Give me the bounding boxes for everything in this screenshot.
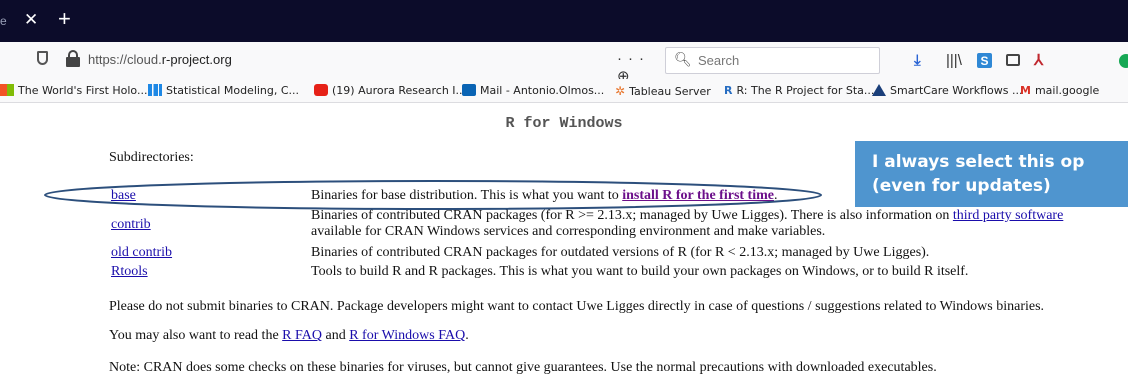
- tableau-icon: ✲: [615, 84, 626, 98]
- url-bar[interactable]: https://cloud.r-project.org ··· ⊕ ☆: [32, 47, 652, 103]
- install-r-link[interactable]: install R for the first time: [622, 188, 774, 203]
- virus-check-note: Note: CRAN does some checks on these bin…: [109, 360, 937, 375]
- third-party-software-link[interactable]: third party software: [953, 208, 1063, 223]
- r-logo-icon: R: [724, 84, 733, 97]
- search-placeholder: Search: [698, 53, 740, 68]
- url-text[interactable]: https://cloud.r-project.org: [88, 52, 232, 67]
- bookmark-smartcare[interactable]: SmartCare Workflows ...: [872, 84, 1022, 97]
- extension-green-icon[interactable]: [1119, 54, 1128, 68]
- r-faq-link[interactable]: R FAQ: [282, 328, 322, 343]
- subdirectories-label: Subdirectories:: [109, 150, 194, 165]
- annotation-callout: I always select this op (even for update…: [855, 141, 1128, 207]
- youtube-icon: [314, 84, 328, 96]
- rtools-link[interactable]: Rtools: [111, 264, 148, 280]
- outlook-icon: [462, 84, 476, 96]
- gmail-icon: M: [1020, 84, 1031, 97]
- tab-title-fragment[interactable]: e: [0, 14, 7, 28]
- rtools-description: Tools to build R and R packages. This is…: [311, 264, 969, 279]
- base-description: Binaries for base distribution. This is …: [311, 188, 778, 203]
- library-icon[interactable]: |||\: [946, 53, 962, 69]
- bookmark-tableau[interactable]: ✲ Tableau Server: [615, 84, 711, 98]
- bookmark-r-project[interactable]: R R: The R Project for Sta...: [724, 84, 874, 97]
- plus-icon[interactable]: +: [58, 8, 71, 30]
- lock-icon[interactable]: [66, 50, 80, 68]
- page-title: R for Windows: [505, 115, 623, 132]
- navigation-bar: https://cloud.r-project.org ··· ⊕ ☆ 🔍︎ S…: [0, 42, 1128, 103]
- smartcare-icon: [872, 84, 886, 96]
- faq-note: You may also want to read the R FAQ and …: [109, 328, 469, 343]
- download-icon[interactable]: ⤓: [914, 53, 921, 69]
- callout-line2: (even for updates): [872, 176, 1051, 196]
- callout-line1: I always select this op: [872, 152, 1085, 172]
- sidebar-icon[interactable]: [1006, 54, 1020, 66]
- contrib-description: Binaries of contributed CRAN packages (f…: [311, 208, 1064, 223]
- bookmark-mail[interactable]: Mail - Antonio.Olmos...: [462, 84, 604, 97]
- r-windows-faq-link[interactable]: R for Windows FAQ: [349, 328, 465, 343]
- submission-note: Please do not submit binaries to CRAN. P…: [109, 299, 1045, 314]
- base-link[interactable]: base: [111, 188, 136, 204]
- old-contrib-link[interactable]: old contrib: [111, 245, 172, 261]
- old-contrib-description: Binaries of contributed CRAN packages fo…: [311, 245, 930, 260]
- pdf-icon[interactable]: ⅄: [1034, 53, 1043, 69]
- shield-icon[interactable]: [37, 51, 48, 65]
- windows-icon: [0, 84, 14, 96]
- bookmark-aurora[interactable]: (19) Aurora Research I...: [314, 84, 466, 97]
- tab-strip: e ✕ +: [0, 0, 1128, 42]
- bookmark-holo[interactable]: The World's First Holo...: [0, 84, 147, 97]
- bookmark-gmail[interactable]: Mmail.google: [1020, 84, 1099, 97]
- search-icon: 🔍︎: [674, 51, 692, 67]
- contrib-link[interactable]: contrib: [111, 217, 151, 233]
- bookmark-statistical-modeling[interactable]: Statistical Modeling, C...: [148, 84, 299, 97]
- bar-chart-icon: [148, 84, 162, 96]
- extension-s-icon[interactable]: S: [977, 53, 992, 68]
- close-icon[interactable]: ✕: [24, 11, 38, 28]
- search-input[interactable]: 🔍︎ Search: [665, 47, 880, 74]
- contrib-description-line2: available for CRAN Windows services and …: [311, 224, 826, 239]
- bookmarks-bar: The World's First Holo... Statistical Mo…: [0, 79, 1128, 103]
